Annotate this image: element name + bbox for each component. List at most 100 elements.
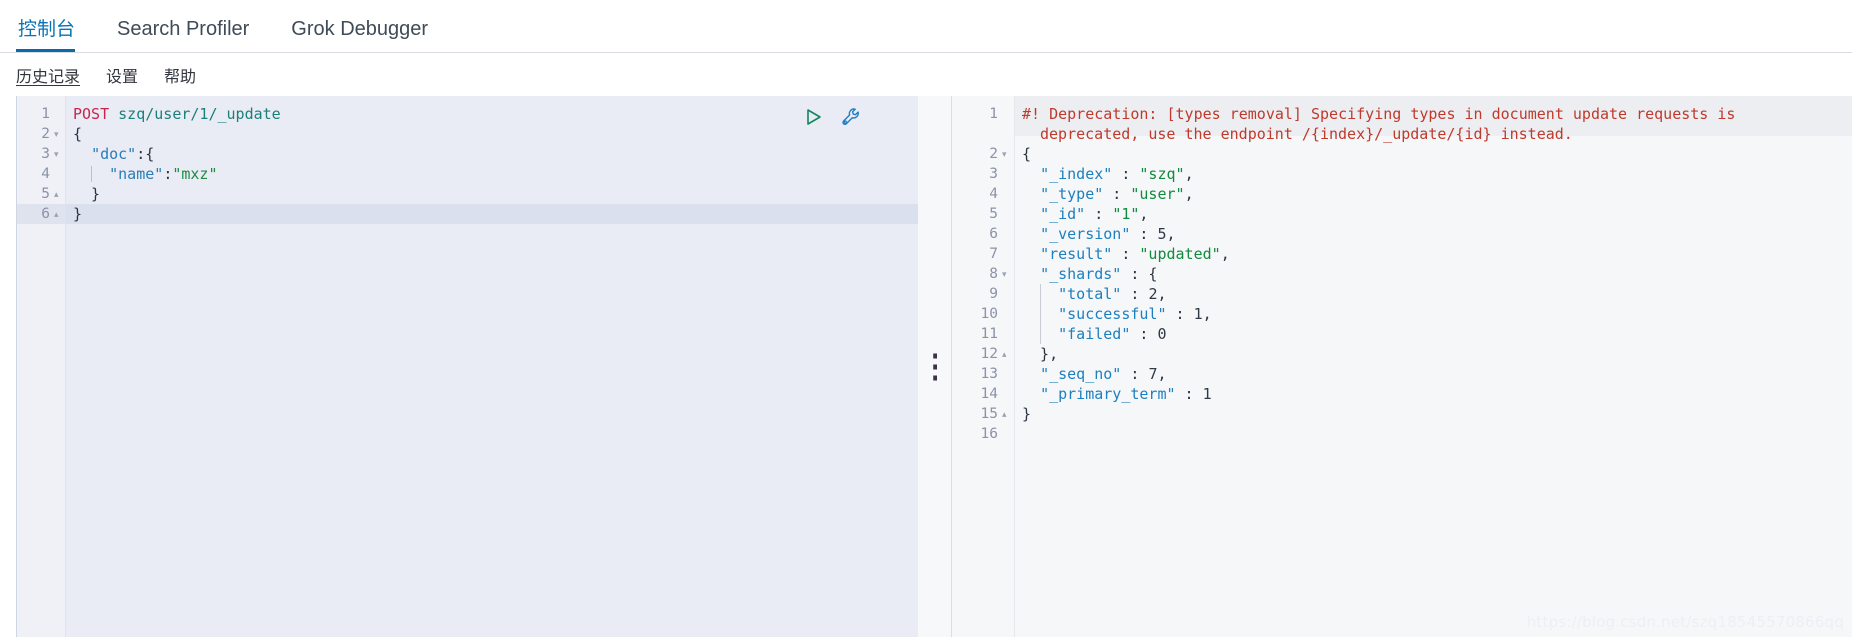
line-number: 9 [989, 286, 998, 302]
code-token: , [1184, 165, 1194, 183]
code-line[interactable]: "doc":{ [73, 144, 154, 164]
code-token: , [1139, 205, 1149, 223]
line-number: 13 [980, 366, 998, 382]
code-token: , [1202, 305, 1212, 323]
code-token: 0 [1157, 325, 1167, 343]
code-line[interactable]: "_shards" : { [1022, 264, 1157, 284]
code-token: : [1085, 205, 1113, 223]
line-number: 8 [989, 266, 998, 282]
code-token: { [73, 125, 83, 143]
pane-splitter[interactable] [918, 96, 952, 637]
response-code-area[interactable]: 1 #! Deprecation: [types removal] Specify… [952, 96, 1852, 637]
code-line[interactable]: "successful" : 1, [1022, 304, 1212, 324]
code-line[interactable]: "failed" : 0 [1022, 324, 1167, 344]
code-line[interactable]: "_type" : "user", [1022, 184, 1194, 204]
code-token: 1 [1193, 305, 1203, 323]
code-token: "result" [1040, 245, 1113, 263]
deprecation-warning-line-2: deprecated, use the endpoint /{index}/_u… [1040, 125, 1573, 143]
code-token: POST [73, 105, 119, 123]
code-line[interactable]: "_version" : 5, [1022, 224, 1176, 244]
fold-collapse-icon[interactable]: ▾ [1002, 144, 1007, 164]
fold-expand-icon[interactable]: ▴ [1002, 344, 1007, 364]
fold-expand-icon[interactable]: ▴ [54, 204, 59, 224]
tab-1[interactable]: Search Profiler [115, 19, 267, 52]
line-number: 16 [980, 426, 998, 442]
fold-expand-icon[interactable]: ▴ [54, 184, 59, 204]
code-token: }, [1022, 345, 1059, 363]
code-token: : [1112, 165, 1140, 183]
line-number: 1 [989, 106, 998, 122]
code-line[interactable]: } [1022, 404, 1031, 424]
code-line[interactable]: } [73, 204, 82, 224]
code-token: "_shards" [1040, 265, 1122, 283]
line-number: 6 [41, 206, 50, 222]
code-line[interactable]: "_seq_no" : 7, [1022, 364, 1167, 384]
code-line[interactable]: POST szq/user/1/_update [73, 104, 281, 124]
code-token: , [1157, 365, 1167, 383]
tab-2[interactable]: Grok Debugger [289, 19, 446, 52]
active-line-highlight [66, 204, 919, 224]
response-output-pane[interactable]: 1 #! Deprecation: [types removal] Specify… [952, 96, 1852, 637]
code-token: , [1157, 285, 1167, 303]
code-line[interactable]: "_primary_term" : 1 [1022, 384, 1212, 404]
indent-guide [1040, 284, 1041, 344]
code-token: } [73, 205, 83, 223]
code-line[interactable]: { [1022, 144, 1031, 164]
request-code-area[interactable]: 1 POST szq/user/1/_update 2 ▾ {3 ▾ "doc":{4 "… [17, 96, 919, 637]
request-editor-pane[interactable]: 1 POST szq/user/1/_update 2 ▾ {3 ▾ "doc":{4 "… [16, 96, 919, 637]
code-token: "1" [1112, 205, 1140, 223]
console-body: 1 POST szq/user/1/_update 2 ▾{3 ▾ "doc":{4 "… [0, 96, 1852, 637]
code-token: { [1022, 145, 1032, 163]
code-token: "_seq_no" [1040, 365, 1122, 383]
line-number: 2 [989, 146, 998, 162]
code-token: : [1175, 385, 1203, 403]
code-token: , [1220, 245, 1230, 263]
submenu-item-0[interactable]: 历史记录 [16, 63, 80, 87]
play-icon[interactable] [804, 107, 824, 127]
fold-collapse-icon[interactable]: ▾ [54, 124, 59, 144]
code-token: "updated" [1139, 245, 1221, 263]
console-submenu: 历史记录 设置 帮助 [0, 53, 1852, 96]
line-number: 12 [980, 346, 998, 362]
code-token: : [1130, 225, 1158, 243]
code-token: : { [1121, 265, 1158, 283]
code-line[interactable]: }, [1022, 344, 1058, 364]
line-number: 7 [989, 246, 998, 262]
code-line[interactable]: "_id" : "1", [1022, 204, 1148, 224]
code-line[interactable]: "name":"mxz" [73, 164, 217, 184]
wrench-icon[interactable] [840, 106, 862, 128]
code-token: "_id" [1040, 205, 1086, 223]
line-number: 2 [41, 126, 50, 142]
splitter-drag-handle-icon[interactable] [933, 353, 937, 380]
line-number: 6 [989, 226, 998, 242]
fold-expand-icon[interactable]: ▴ [1002, 404, 1007, 424]
code-line[interactable]: "_index" : "szq", [1022, 164, 1194, 184]
deprecation-warning-line-1: #! Deprecation: [types removal] Specifyi… [1022, 105, 1736, 123]
fold-collapse-icon[interactable]: ▾ [1002, 264, 1007, 284]
line-number: 4 [989, 186, 998, 202]
code-token: , [1166, 225, 1176, 243]
fold-collapse-icon[interactable]: ▾ [54, 144, 59, 164]
code-line[interactable]: { [73, 124, 82, 144]
code-line[interactable]: "total" : 2, [1022, 284, 1167, 304]
code-line[interactable]: } [73, 184, 100, 204]
submenu-item-2[interactable]: 帮助 [164, 63, 196, 87]
code-token: "successful" [1058, 305, 1167, 323]
request-actions [804, 106, 862, 128]
submenu-item-1[interactable]: 设置 [106, 63, 138, 87]
line-number: 4 [41, 166, 50, 182]
code-token: "name" [109, 165, 164, 183]
code-token: "_primary_term" [1040, 385, 1176, 403]
tab-0[interactable]: 控制台 [16, 20, 93, 52]
code-token: "_version" [1040, 225, 1131, 243]
code-token: :{ [136, 145, 155, 163]
code-token: : [1121, 285, 1149, 303]
code-line[interactable]: "result" : "updated", [1022, 244, 1230, 264]
